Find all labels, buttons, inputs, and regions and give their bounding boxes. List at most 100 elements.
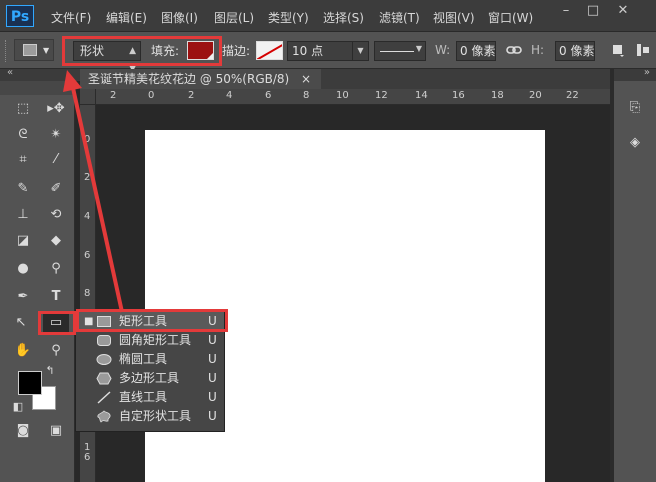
foreground-color-swatch[interactable]	[18, 371, 42, 395]
menu-window[interactable]: 窗口(W)	[488, 9, 533, 26]
paint-bucket-icon[interactable]: ◆	[43, 229, 69, 253]
chevron-down-icon: ▼	[415, 44, 422, 53]
ruler-tick-label: 4	[84, 211, 91, 222]
toolbox-header[interactable]: «	[0, 67, 80, 81]
right-panel-dock: » ⎘ ◈	[614, 67, 656, 482]
swap-colors-icon[interactable]: ↰	[42, 359, 58, 383]
horizontal-ruler[interactable]: 2 0 2 4 6 8 10 12 14 16 18 20 22	[96, 89, 610, 105]
right-panel-header[interactable]: »	[614, 67, 656, 81]
flyout-item-rounded-rectangle[interactable]: 圆角矩形工具 U	[76, 331, 224, 350]
menu-view[interactable]: 视图(V)	[433, 9, 475, 26]
path-selection-icon[interactable]: ↖	[8, 311, 34, 335]
chevron-down-icon[interactable]: ▼	[352, 42, 368, 60]
options-grip[interactable]	[5, 40, 7, 62]
rectangle-preset-icon	[23, 44, 37, 56]
tool-preset-picker[interactable]: ▼	[14, 39, 54, 61]
ruler-tick-label: 16	[452, 90, 465, 101]
ruler-tick-label: 12	[375, 90, 388, 101]
line-tool-icon	[97, 391, 111, 404]
ruler-tick-label: 0	[84, 134, 91, 145]
flyout-item-label: 多边形工具	[119, 371, 180, 385]
flyout-item-shortcut: U	[208, 409, 217, 423]
flyout-item-label: 椭圆工具	[119, 352, 168, 366]
healing-brush-icon[interactable]: ✎	[10, 177, 36, 201]
ruler-tick-label: 14	[415, 90, 428, 101]
flyout-item-label: 自定形状工具	[119, 409, 192, 423]
menu-filter[interactable]: 滤镜(T)	[379, 9, 420, 26]
collapse-right-icon: »	[643, 67, 650, 78]
path-alignment-icon[interactable]	[636, 43, 650, 57]
menu-select[interactable]: 选择(S)	[323, 9, 364, 26]
crop-icon[interactable]: ⌗	[10, 148, 36, 172]
menu-file[interactable]: 文件(F)	[51, 9, 91, 26]
rectangular-marquee-icon[interactable]: ⬚	[10, 97, 36, 121]
line-style-icon	[380, 51, 414, 52]
stroke-type-picker[interactable]: ▼	[374, 41, 426, 61]
clone-stamp-icon[interactable]: ⊥	[10, 203, 36, 227]
width-label: W:	[435, 43, 451, 57]
eraser-icon[interactable]: ◪	[10, 229, 36, 253]
collapse-left-icon: «	[7, 67, 14, 78]
menu-type[interactable]: 类型(Y)	[268, 9, 309, 26]
document-tab[interactable]: 圣诞节精美花纹花边 @ 50%(RGB/8) ×	[80, 69, 322, 89]
ruler-origin[interactable]	[80, 89, 96, 105]
close-window-button[interactable]: ✕	[610, 0, 636, 22]
stroke-size-value: 10 点	[292, 44, 324, 58]
flyout-item-label: 圆角矩形工具	[119, 333, 192, 347]
pen-icon[interactable]: ✒	[10, 285, 36, 309]
blur-icon[interactable]: ●	[10, 257, 36, 281]
maximize-button[interactable]: □	[580, 0, 606, 22]
ruler-tick-label: 4	[226, 90, 233, 101]
screen-mode-icon[interactable]: ▣	[43, 419, 69, 443]
dodge-icon[interactable]: ⚲	[43, 257, 69, 281]
link-icon[interactable]	[506, 45, 522, 55]
menu-edit[interactable]: 编辑(E)	[106, 9, 147, 26]
polygon-tool-icon	[96, 372, 112, 385]
chevron-down-icon: ▼	[43, 46, 50, 55]
flyout-item-shortcut: U	[208, 390, 217, 404]
move-icon[interactable]: ▸✥	[43, 97, 69, 121]
flyout-item-polygon[interactable]: 多边形工具 U	[76, 369, 224, 388]
toolbox: ⬚ ▸✥ ᘓ ✴ ⌗ ⁄ ✎ ✐ ⊥ ⟲ ◪ ◆ ● ⚲ ✒ T ↖ ▭ ✋ ⚲…	[0, 81, 75, 482]
ps-logo: Ps	[6, 5, 34, 27]
minimize-button[interactable]: –	[553, 0, 579, 22]
ruler-tick-label: 20	[529, 90, 542, 101]
flyout-item-label: 直线工具	[119, 390, 168, 404]
document-tab-bar: 圣诞节精美花纹花边 @ 50%(RGB/8) ×	[80, 69, 610, 89]
highlight-box-options	[62, 36, 222, 66]
highlight-box-menu-item	[76, 309, 228, 332]
ruler-tick-label: 1 6	[84, 442, 91, 463]
flyout-item-shortcut: U	[208, 352, 217, 366]
close-tab-icon[interactable]: ×	[301, 72, 311, 86]
magic-wand-icon[interactable]: ✴	[43, 123, 69, 147]
brush-icon[interactable]: ✐	[43, 177, 69, 201]
flyout-item-ellipse[interactable]: 椭圆工具 U	[76, 350, 224, 369]
highlight-box-tool	[38, 311, 76, 335]
ruler-tick-label: 18	[491, 90, 504, 101]
menu-layer[interactable]: 图层(L)	[214, 9, 254, 26]
ruler-tick-label: 8	[84, 288, 91, 299]
stroke-color-swatch[interactable]	[256, 41, 283, 60]
hand-icon[interactable]: ✋	[10, 339, 36, 363]
stroke-size-field[interactable]: 10 点 ▼	[287, 41, 369, 61]
default-colors-icon[interactable]: ◧	[10, 395, 26, 419]
path-operations-icon[interactable]	[611, 43, 625, 57]
toolbox-grip[interactable]	[0, 81, 75, 95]
menu-image[interactable]: 图像(I)	[161, 9, 198, 26]
flyout-item-custom-shape[interactable]: 自定形状工具 U	[76, 407, 224, 426]
ruler-tick-label: 6	[265, 90, 272, 101]
eyedropper-icon[interactable]: ⁄	[43, 148, 69, 172]
3d-panel-icon[interactable]: ◈	[621, 132, 649, 154]
lasso-icon[interactable]: ᘓ	[10, 123, 36, 147]
type-icon[interactable]: T	[43, 285, 69, 309]
flyout-item-line[interactable]: 直线工具 U	[76, 388, 224, 407]
custom-shape-tool-icon	[97, 410, 111, 423]
history-panel-icon[interactable]: ⎘	[621, 97, 649, 119]
no-color-slash-icon	[257, 42, 282, 59]
height-field[interactable]: 0 像素	[555, 41, 595, 61]
width-field[interactable]: 0 像素	[456, 41, 496, 61]
history-brush-icon[interactable]: ⟲	[43, 203, 69, 227]
ruler-tick-label: 8	[303, 90, 310, 101]
quick-mask-icon[interactable]: ◙	[10, 419, 36, 443]
ruler-tick-label: 6	[84, 250, 91, 261]
